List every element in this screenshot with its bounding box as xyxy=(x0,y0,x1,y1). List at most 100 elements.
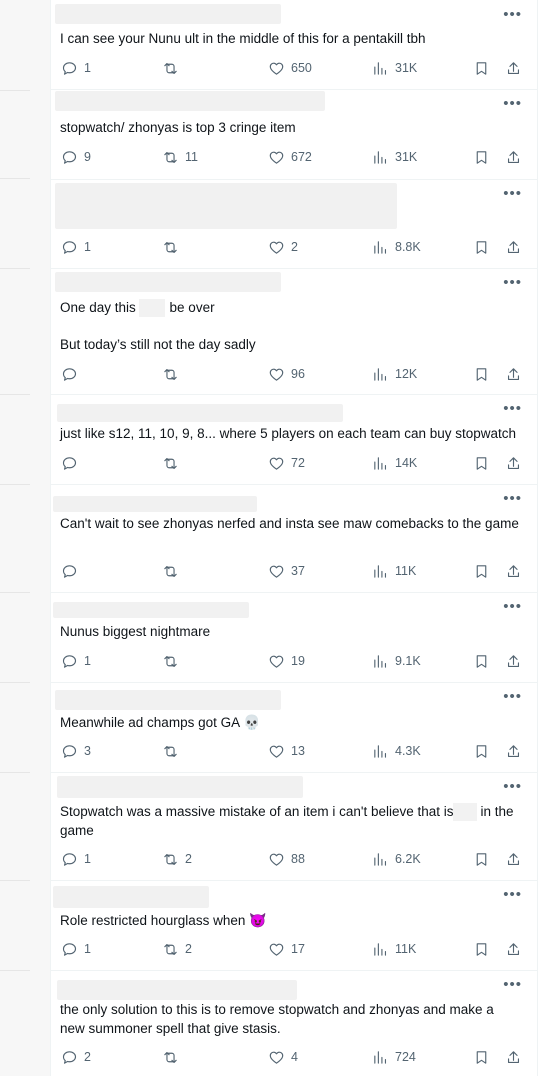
reply-icon xyxy=(62,456,77,470)
like-button[interactable]: 72 xyxy=(268,453,305,473)
like-button[interactable]: 2 xyxy=(268,237,298,257)
views-button[interactable]: 12K xyxy=(372,364,417,384)
reply-button[interactable] xyxy=(61,364,84,384)
like-button[interactable]: 650 xyxy=(268,58,312,78)
reply-button[interactable]: 1 xyxy=(61,849,91,869)
reply-button[interactable]: 9 xyxy=(61,147,91,167)
like-button[interactable]: 37 xyxy=(268,561,305,581)
like-count: 37 xyxy=(291,564,305,578)
bookmark-button[interactable] xyxy=(473,147,490,167)
share-button[interactable] xyxy=(505,147,522,167)
more-horizontal-icon[interactable]: ••• xyxy=(503,95,522,112)
reply-tweet[interactable]: ••• I can see your Nunu ult in the middl… xyxy=(51,0,537,90)
more-horizontal-icon[interactable]: ••• xyxy=(503,274,522,291)
reply-tweet[interactable]: ••• Meanwhile ad champs got GA 💀 3 13 4.… xyxy=(51,682,537,773)
repost-button[interactable] xyxy=(162,58,185,78)
bookmark-button[interactable] xyxy=(473,651,490,671)
bookmark-button[interactable] xyxy=(473,741,490,761)
like-button[interactable]: 19 xyxy=(268,651,305,671)
bookmark-button[interactable] xyxy=(473,1047,490,1067)
like-button[interactable]: 672 xyxy=(268,147,312,167)
share-button[interactable] xyxy=(505,58,522,78)
share-button[interactable] xyxy=(505,1047,522,1067)
views-button[interactable]: 8.8K xyxy=(372,237,421,257)
like-button[interactable]: 13 xyxy=(268,741,305,761)
reply-button[interactable] xyxy=(61,453,84,473)
bookmark-button[interactable] xyxy=(473,364,490,384)
reply-button[interactable]: 1 xyxy=(61,651,91,671)
more-horizontal-icon[interactable]: ••• xyxy=(503,6,522,23)
repost-button[interactable] xyxy=(162,237,185,257)
reply-tweet[interactable]: ••• One day this : will be over But toda… xyxy=(51,268,537,395)
views-button[interactable]: 11K xyxy=(372,561,416,581)
repost-button[interactable]: 11 xyxy=(162,147,198,167)
reply-button[interactable]: 1 xyxy=(61,939,91,959)
author-and-text-redacted xyxy=(55,183,397,229)
reply-icon xyxy=(62,367,77,381)
reply-button[interactable]: 2 xyxy=(61,1047,91,1067)
reply-tweet[interactable]: ••• Role restricted hourglass when 😈 1 2… xyxy=(51,880,537,971)
views-chart-icon xyxy=(374,150,387,164)
reply-button[interactable]: 1 xyxy=(61,237,91,257)
share-button[interactable] xyxy=(505,237,522,257)
share-button[interactable] xyxy=(505,741,522,761)
more-horizontal-icon[interactable]: ••• xyxy=(503,400,522,417)
views-button[interactable]: 11K xyxy=(372,939,416,959)
repost-button[interactable]: 2 xyxy=(162,849,192,869)
reply-button[interactable]: 1 xyxy=(61,58,91,78)
share-button[interactable] xyxy=(505,939,522,959)
like-button[interactable]: 4 xyxy=(268,1047,298,1067)
reply-icon xyxy=(62,564,77,578)
views-button[interactable]: 31K xyxy=(372,58,417,78)
reply-tweet[interactable]: ••• stopwatch/ zhonyas is top 3 cringe i… xyxy=(51,89,537,180)
reply-tweet[interactable]: ••• Can't wait to see zhonyas nerfed and… xyxy=(51,484,537,593)
share-button[interactable] xyxy=(505,561,522,581)
more-horizontal-icon[interactable]: ••• xyxy=(503,185,522,202)
reply-button[interactable] xyxy=(61,561,84,581)
more-horizontal-icon[interactable]: ••• xyxy=(503,778,522,795)
bookmark-button[interactable] xyxy=(473,58,490,78)
views-button[interactable]: 4.3K xyxy=(372,741,421,761)
reply-tweet[interactable]: ••• Nunus biggest nightmare 1 19 9.1K xyxy=(51,592,537,683)
more-horizontal-icon[interactable]: ••• xyxy=(503,598,522,615)
bookmark-icon xyxy=(476,852,487,866)
views-chart-icon xyxy=(374,564,387,578)
bookmark-button[interactable] xyxy=(473,237,490,257)
views-button[interactable]: 9.1K xyxy=(372,651,421,671)
author-header-redacted xyxy=(53,886,209,908)
reply-tweet[interactable]: ••• just like s12, 11, 10, 9, 8... where… xyxy=(51,394,537,485)
views-button[interactable]: 31K xyxy=(372,147,417,167)
more-horizontal-icon[interactable]: ••• xyxy=(503,976,522,993)
share-button[interactable] xyxy=(505,849,522,869)
like-button[interactable]: 88 xyxy=(268,849,305,869)
views-button[interactable]: 6.2K xyxy=(372,849,421,869)
repost-button[interactable] xyxy=(162,453,185,473)
more-horizontal-icon[interactable]: ••• xyxy=(503,886,522,903)
repost-icon xyxy=(164,151,177,163)
bookmark-button[interactable] xyxy=(473,849,490,869)
reply-button[interactable]: 3 xyxy=(61,741,91,761)
reply-tweet[interactable]: ••• 1 2 8.8K xyxy=(51,179,537,269)
share-button[interactable] xyxy=(505,364,522,384)
more-horizontal-icon[interactable]: ••• xyxy=(503,688,522,705)
repost-button[interactable] xyxy=(162,1047,185,1067)
share-button[interactable] xyxy=(505,651,522,671)
more-horizontal-icon[interactable]: ••• xyxy=(503,490,522,507)
views-button[interactable]: 14K xyxy=(372,453,417,473)
repost-button[interactable] xyxy=(162,741,185,761)
bookmark-button[interactable] xyxy=(473,453,490,473)
like-button[interactable]: 96 xyxy=(268,364,305,384)
repost-button[interactable] xyxy=(162,651,185,671)
views-button[interactable]: 724 xyxy=(372,1047,416,1067)
author-header-redacted xyxy=(55,690,281,710)
reply-tweet[interactable]: ••• Stopwatch was a massive mistake of a… xyxy=(51,772,537,881)
repost-button[interactable]: 2 xyxy=(162,939,192,959)
bookmark-button[interactable] xyxy=(473,561,490,581)
like-button[interactable]: 17 xyxy=(268,939,305,959)
bookmark-button[interactable] xyxy=(473,939,490,959)
repost-button[interactable] xyxy=(162,364,185,384)
share-button[interactable] xyxy=(505,453,522,473)
reply-tweet[interactable]: ••• the only solution to this is to remo… xyxy=(51,970,537,1076)
redacted-name xyxy=(453,803,477,821)
repost-button[interactable] xyxy=(162,561,185,581)
